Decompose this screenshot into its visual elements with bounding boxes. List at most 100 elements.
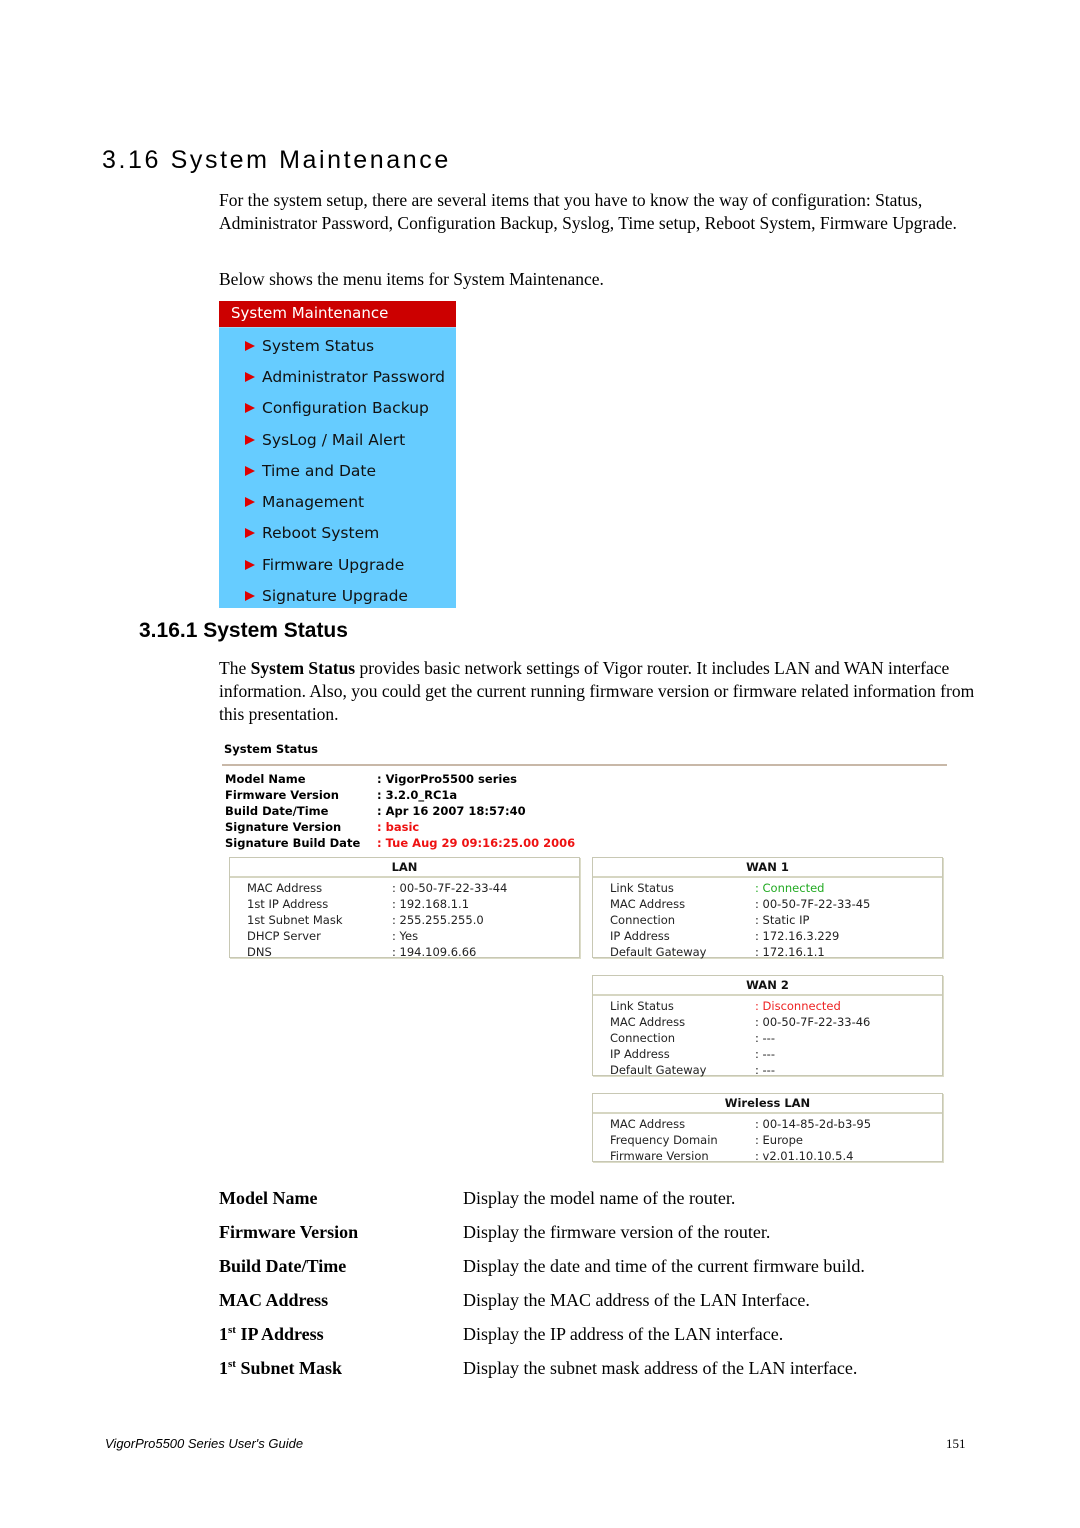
- row-key: DNS: [247, 945, 272, 959]
- definition-desc: Display the subnet mask address of the L…: [463, 1358, 858, 1378]
- panel-row: 1st IP Address : 192.168.1.1: [247, 896, 579, 912]
- term-text: IP Address: [235, 1324, 324, 1344]
- arrow-right-icon: [245, 528, 255, 539]
- info-row-signature-version: Signature Version: basic: [225, 819, 575, 835]
- footer-guide-title: VigorPro5500 Series User's Guide: [105, 1436, 304, 1451]
- info-key: Signature Build Date: [225, 836, 361, 850]
- row-key: MAC Address: [247, 881, 323, 895]
- menu-item-firmware-upgrade[interactable]: Firmware Upgrade: [219, 549, 456, 580]
- row-key: Connection: [610, 913, 676, 927]
- definition-row: Firmware Version Display the firmware ver…: [219, 1222, 865, 1256]
- row-value: : 192.168.1.1: [392, 897, 470, 911]
- info-row-build-date: Build Date/Time : Apr 16 2007 18:57:40: [225, 803, 575, 819]
- term-number: 1: [219, 1324, 228, 1344]
- panel-row: Default Gateway: ---: [610, 1062, 942, 1078]
- info-key: Model Name: [225, 772, 306, 786]
- info-value: : Apr 16 2007 18:57:40: [377, 804, 526, 818]
- menu-item-label: Time and Date: [262, 461, 376, 480]
- definition-desc: Display the model name of the router.: [463, 1188, 736, 1208]
- definition-term: MAC Address: [219, 1290, 329, 1310]
- row-value: : Static IP: [755, 913, 810, 927]
- info-key: Build Date/Time: [225, 804, 329, 818]
- definition-term: 1st IP Address: [219, 1324, 463, 1345]
- panel-row: DNS : 194.109.6.66: [247, 944, 579, 960]
- panel-row: Firmware Version: v2.01.10.10.5.4: [610, 1148, 942, 1164]
- system-maintenance-menu: System Maintenance System Status Adminis…: [219, 301, 456, 608]
- menu-item-label: Administrator Password: [262, 367, 445, 386]
- section-intro: For the system setup, there are several …: [219, 190, 957, 233]
- arrow-right-icon: [245, 497, 255, 508]
- page-number: 151: [946, 1436, 966, 1451]
- row-value: : 255.255.255.0: [392, 913, 484, 927]
- row-value: : ---: [755, 1063, 775, 1077]
- info-row-model-name: Model Name: VigorPro5500 series: [225, 771, 575, 787]
- panel-row: DHCP Server: Yes: [247, 928, 579, 944]
- row-key: Link Status: [610, 881, 674, 895]
- section-title: 3.16 System Maintenance: [102, 146, 451, 174]
- row-key: Default Gateway: [610, 945, 707, 959]
- panel-row: MAC Address : 00-50-7F-22-33-44: [247, 880, 579, 896]
- arrow-right-icon: [245, 340, 255, 351]
- info-row-firmware-version: Firmware Version: 3.2.0_RC1a: [225, 787, 575, 803]
- intro-prefix: The: [219, 658, 251, 678]
- intro-bold: System Status: [250, 658, 356, 678]
- panel-row: Link Status: Connected: [610, 880, 942, 896]
- row-value: : 00-50-7F-22-33-46: [755, 1015, 871, 1029]
- status-screen-title: System Status: [224, 742, 318, 756]
- menu-item-label: Signature Upgrade: [262, 587, 408, 606]
- row-key: Frequency Domain: [610, 1133, 718, 1147]
- panel-title: Wireless LAN: [593, 1094, 942, 1114]
- wan1-panel: WAN 1 Link Status: Connected MAC Address…: [592, 857, 943, 960]
- row-value: : 00-14-85-2d-b3-95: [755, 1117, 872, 1131]
- definition-desc: Display the firmware version of the rout…: [463, 1222, 771, 1242]
- menu-item-system-status[interactable]: System Status: [219, 330, 456, 361]
- row-value: : 172.16.3.229: [755, 929, 840, 943]
- system-info-list: Model Name: VigorPro5500 series Firmware…: [225, 771, 575, 851]
- menu-header[interactable]: System Maintenance: [219, 301, 456, 328]
- term-text: Subnet Mask: [235, 1358, 342, 1378]
- row-key: 1st IP Address: [247, 897, 329, 911]
- panel-title: WAN 2: [593, 976, 942, 996]
- menu-item-reboot-system[interactable]: Reboot System: [219, 518, 456, 549]
- row-value: : ---: [755, 1047, 775, 1061]
- menu-item-label: System Status: [262, 336, 375, 355]
- info-value: : 3.2.0_RC1a: [377, 788, 458, 802]
- info-key: Signature Version: [225, 820, 342, 834]
- title-divider: [222, 764, 947, 766]
- lan-panel: LAN MAC Address: 00-50-7F-22-33-44 1st I…: [229, 857, 580, 960]
- menu-item-label: Firmware Upgrade: [262, 555, 405, 574]
- menu-item-administrator-password[interactable]: Administrator Password: [219, 361, 456, 392]
- row-key: IP Address: [610, 1047, 670, 1061]
- menu-item-configuration-backup[interactable]: Configuration Backup: [219, 393, 456, 424]
- row-value: : 172.16.1.1: [755, 945, 825, 959]
- subsection-intro: The System Status provides basic network…: [219, 657, 979, 726]
- menu-item-time-and-date[interactable]: Time and Date: [219, 455, 456, 486]
- subsection-title: 3.16.1 System Status: [139, 619, 348, 642]
- definition-term: Firmware Version: [219, 1222, 359, 1242]
- row-value: : 00-50-7F-22-33-44: [392, 881, 508, 895]
- panel-row: MAC Address : 00-50-7F-22-33-46: [610, 1014, 942, 1030]
- row-key: MAC Address: [610, 1015, 686, 1029]
- arrow-right-icon: [245, 434, 255, 445]
- row-value: : 00-50-7F-22-33-45: [755, 897, 871, 911]
- panel-row: MAC Address: 00-50-7F-22-33-45: [610, 896, 942, 912]
- menu-item-label: Reboot System: [262, 524, 380, 543]
- term-superscript: st: [228, 1358, 236, 1370]
- definition-desc: Display the date and time of the current…: [463, 1256, 865, 1276]
- menu-item-signature-upgrade[interactable]: Signature Upgrade: [219, 580, 456, 611]
- panel-row: Connection : Static IP: [610, 912, 942, 928]
- row-key: IP Address: [610, 929, 670, 943]
- menu-item-management[interactable]: Management: [219, 486, 456, 517]
- definition-list: Model Name Display the model name of the …: [219, 1188, 865, 1392]
- panel-row: Default Gateway : 172.16.1.1: [610, 944, 942, 960]
- panel-row: Frequency Domain: Europe: [610, 1132, 942, 1148]
- panel-row: IP Address : 172.16.3.229: [610, 928, 942, 944]
- menu-item-syslog-mail-alert[interactable]: SysLog / Mail Alert: [219, 424, 456, 455]
- row-value: : 194.109.6.66: [392, 945, 477, 959]
- term-superscript: st: [228, 1324, 236, 1336]
- arrow-right-icon: [245, 591, 255, 602]
- definition-row: Build Date/Time Display the date and time…: [219, 1256, 865, 1290]
- wan2-panel: WAN 2 Link Status: Disconnected MAC Addr…: [592, 975, 943, 1078]
- arrow-right-icon: [245, 403, 255, 414]
- row-key: DHCP Server: [247, 929, 321, 943]
